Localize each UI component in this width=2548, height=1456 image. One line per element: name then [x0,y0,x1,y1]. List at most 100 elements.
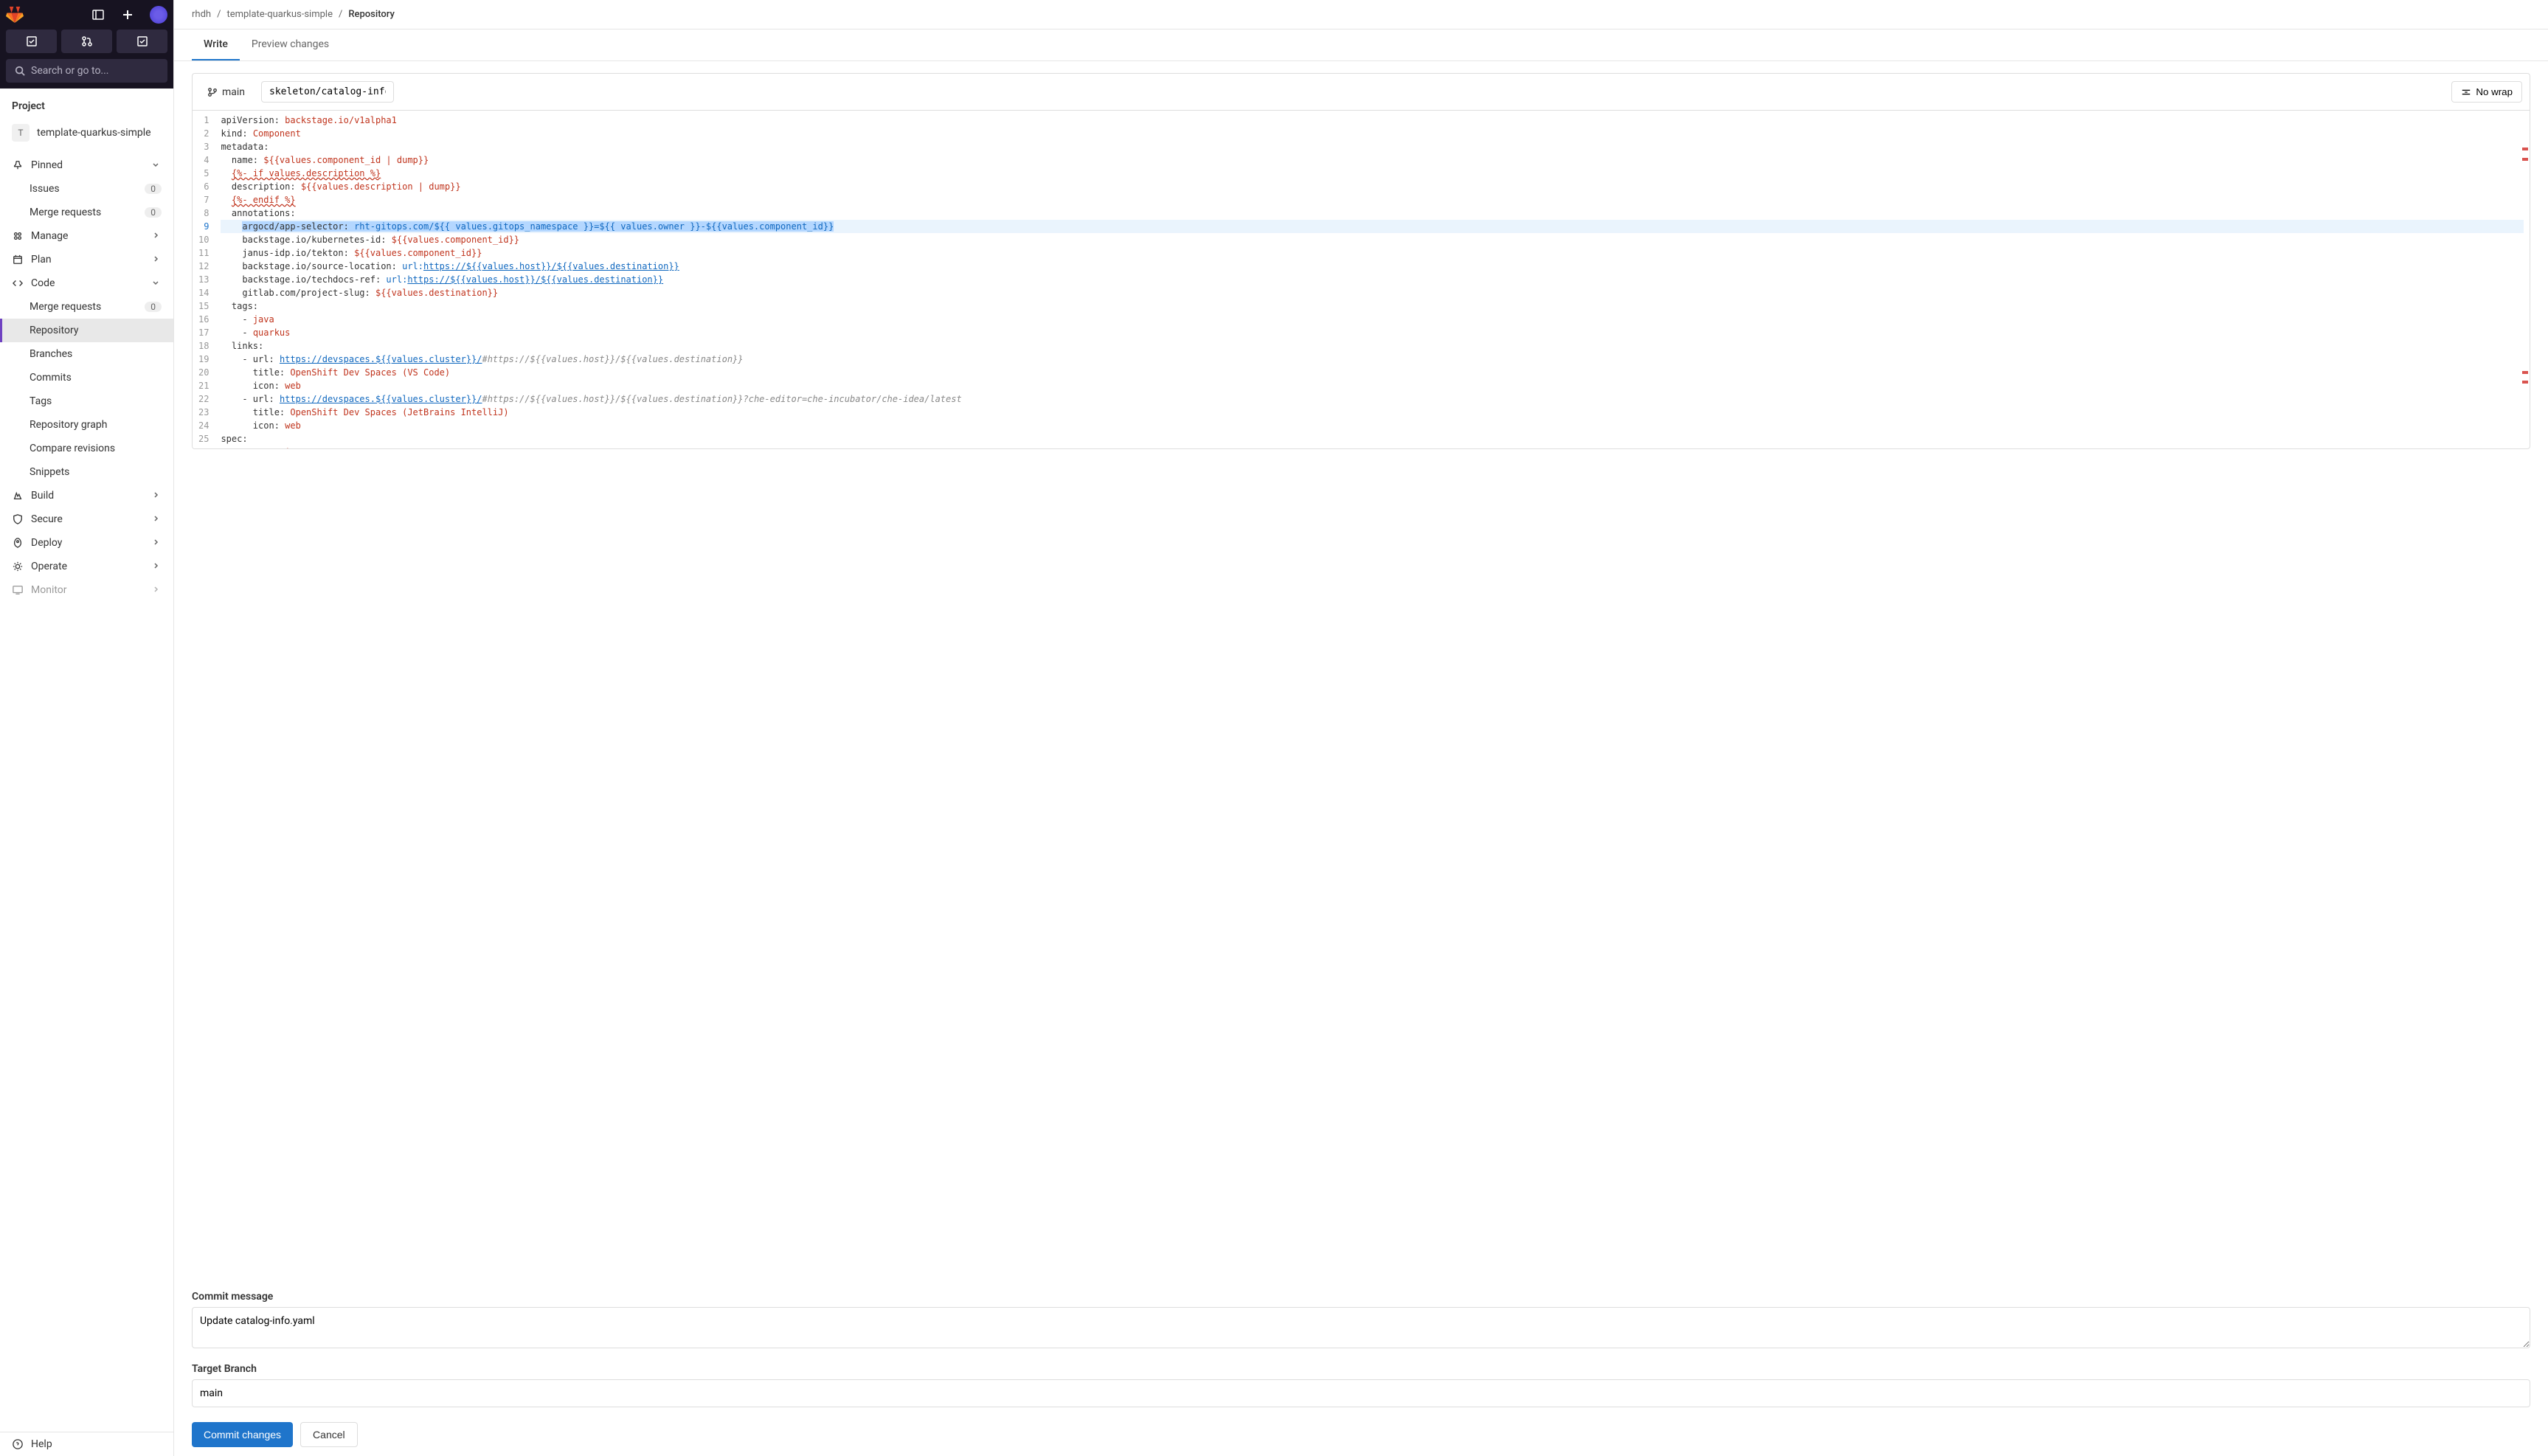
nav-sub-repository-graph[interactable]: Repository graph [0,413,173,437]
nav-sub-label: Merge requests [30,301,137,313]
gitlab-logo[interactable] [6,6,24,24]
editor-toolbar: main No wrap [192,73,2530,110]
plan-icon [12,254,24,266]
nav-sub-label: Tags [30,395,162,407]
count-badge: 0 [145,302,162,312]
nav-label: Plan [31,254,144,266]
nav-label: Build [31,490,144,502]
code-editor[interactable]: 1234567891011121314151617181920212223242… [192,110,2530,449]
nav-label: Manage [31,230,144,242]
branch-icon [207,87,218,97]
collapse-sidebar-icon[interactable] [91,7,105,22]
error-markers [2522,111,2528,448]
commit-message-label: Commit message [192,1291,2530,1303]
nav-sub-label: Branches [30,348,162,360]
project-section-label: Project [0,94,173,118]
code-icon [12,277,24,289]
line-gutter: 1234567891011121314151617181920212223242… [193,111,215,448]
wrap-toggle[interactable]: No wrap [2451,81,2522,103]
nav-sub-snippets[interactable]: Snippets [0,460,173,484]
count-badge: 0 [145,207,162,218]
nav-item-secure[interactable]: Secure [0,507,173,531]
pinned-item-label: Merge requests [30,207,137,218]
nav-sub-label: Commits [30,372,162,384]
pinned-item-label: Issues [30,183,137,195]
manage-icon [12,230,24,242]
pinned-label: Pinned [31,159,144,171]
chevron-icon [151,254,162,265]
help-item[interactable]: Help [0,1432,173,1456]
nav-sub-label: Compare revisions [30,443,162,454]
commit-button[interactable]: Commit changes [192,1422,293,1447]
monitor-icon [12,584,24,596]
chevron-icon [151,490,162,501]
nav-item-plan[interactable]: Plan [0,248,173,271]
project-name: template-quarkus-simple [37,127,151,139]
tab-write[interactable]: Write [192,30,240,60]
nav-item-code[interactable]: Code [0,271,173,295]
wrap-label: No wrap [2476,86,2513,97]
deploy-icon [12,537,24,549]
nav-sub-repository[interactable]: Repository [0,319,173,342]
chevron-icon [151,585,162,595]
help-label: Help [31,1438,162,1450]
search-icon [15,66,25,76]
count-badge: 0 [145,184,162,194]
sidebar: Search or go to... Project T template-qu… [0,0,174,1456]
target-branch-label: Target Branch [192,1363,2530,1375]
plus-icon[interactable] [120,7,135,22]
chevron-icon [151,514,162,524]
build-icon [12,490,24,502]
breadcrumb-link[interactable]: template-quarkus-simple [226,9,333,20]
nav-sub-compare-revisions[interactable]: Compare revisions [0,437,173,460]
thumbtack-icon [12,159,24,171]
breadcrumb: rhdh / template-quarkus-simple / Reposit… [174,0,2548,30]
target-branch-input[interactable] [192,1379,2530,1407]
project-avatar: T [12,124,30,142]
nav-sub-label: Repository graph [30,419,162,431]
todo-button[interactable] [6,30,57,53]
branch-selector[interactable]: main [200,82,252,103]
nav-label: Secure [31,513,144,525]
secure-icon [12,513,24,525]
code-content[interactable]: apiVersion: backstage.io/v1alpha1kind: C… [215,111,2530,448]
nav-sub-commits[interactable]: Commits [0,366,173,389]
file-path-input[interactable] [261,81,394,103]
nav-label: Operate [31,561,144,572]
nav-sub-label: Repository [30,325,162,336]
editor-tabs: Write Preview changes [174,30,2548,61]
nav-label: Code [31,277,144,289]
cancel-button[interactable]: Cancel [300,1422,358,1447]
branch-name: main [222,86,245,98]
issues-button[interactable] [117,30,167,53]
nav-label: Monitor [31,584,144,596]
breadcrumb-current: Repository [348,9,394,20]
breadcrumb-link[interactable]: rhdh [192,9,211,20]
search-input[interactable]: Search or go to... [6,59,167,83]
main-content: rhdh / template-quarkus-simple / Reposit… [174,0,2548,1456]
chevron-down-icon [151,160,162,170]
nav-item-monitor[interactable]: Monitor [0,578,173,602]
nav-item-manage[interactable]: Manage [0,224,173,248]
nav-sub-branches[interactable]: Branches [0,342,173,366]
project-item[interactable]: T template-quarkus-simple [0,118,173,148]
pinned-item[interactable]: Issues 0 [0,177,173,201]
operate-icon [12,561,24,572]
search-placeholder: Search or go to... [31,65,109,77]
nav-sub-tags[interactable]: Tags [0,389,173,413]
nav-item-operate[interactable]: Operate [0,555,173,578]
tab-preview[interactable]: Preview changes [240,30,341,60]
nav-item-build[interactable]: Build [0,484,173,507]
pinned-header[interactable]: Pinned [0,153,173,177]
chevron-icon [151,538,162,548]
commit-message-input[interactable] [192,1307,2530,1348]
chevron-icon [151,561,162,572]
merge-requests-button[interactable] [61,30,112,53]
wrap-icon [2461,87,2471,97]
pinned-item[interactable]: Merge requests 0 [0,201,173,224]
help-icon [12,1438,24,1450]
sidebar-topbar: Search or go to... [0,0,173,89]
nav-item-deploy[interactable]: Deploy [0,531,173,555]
nav-sub-merge-requests[interactable]: Merge requests 0 [0,295,173,319]
user-avatar[interactable] [150,6,167,24]
